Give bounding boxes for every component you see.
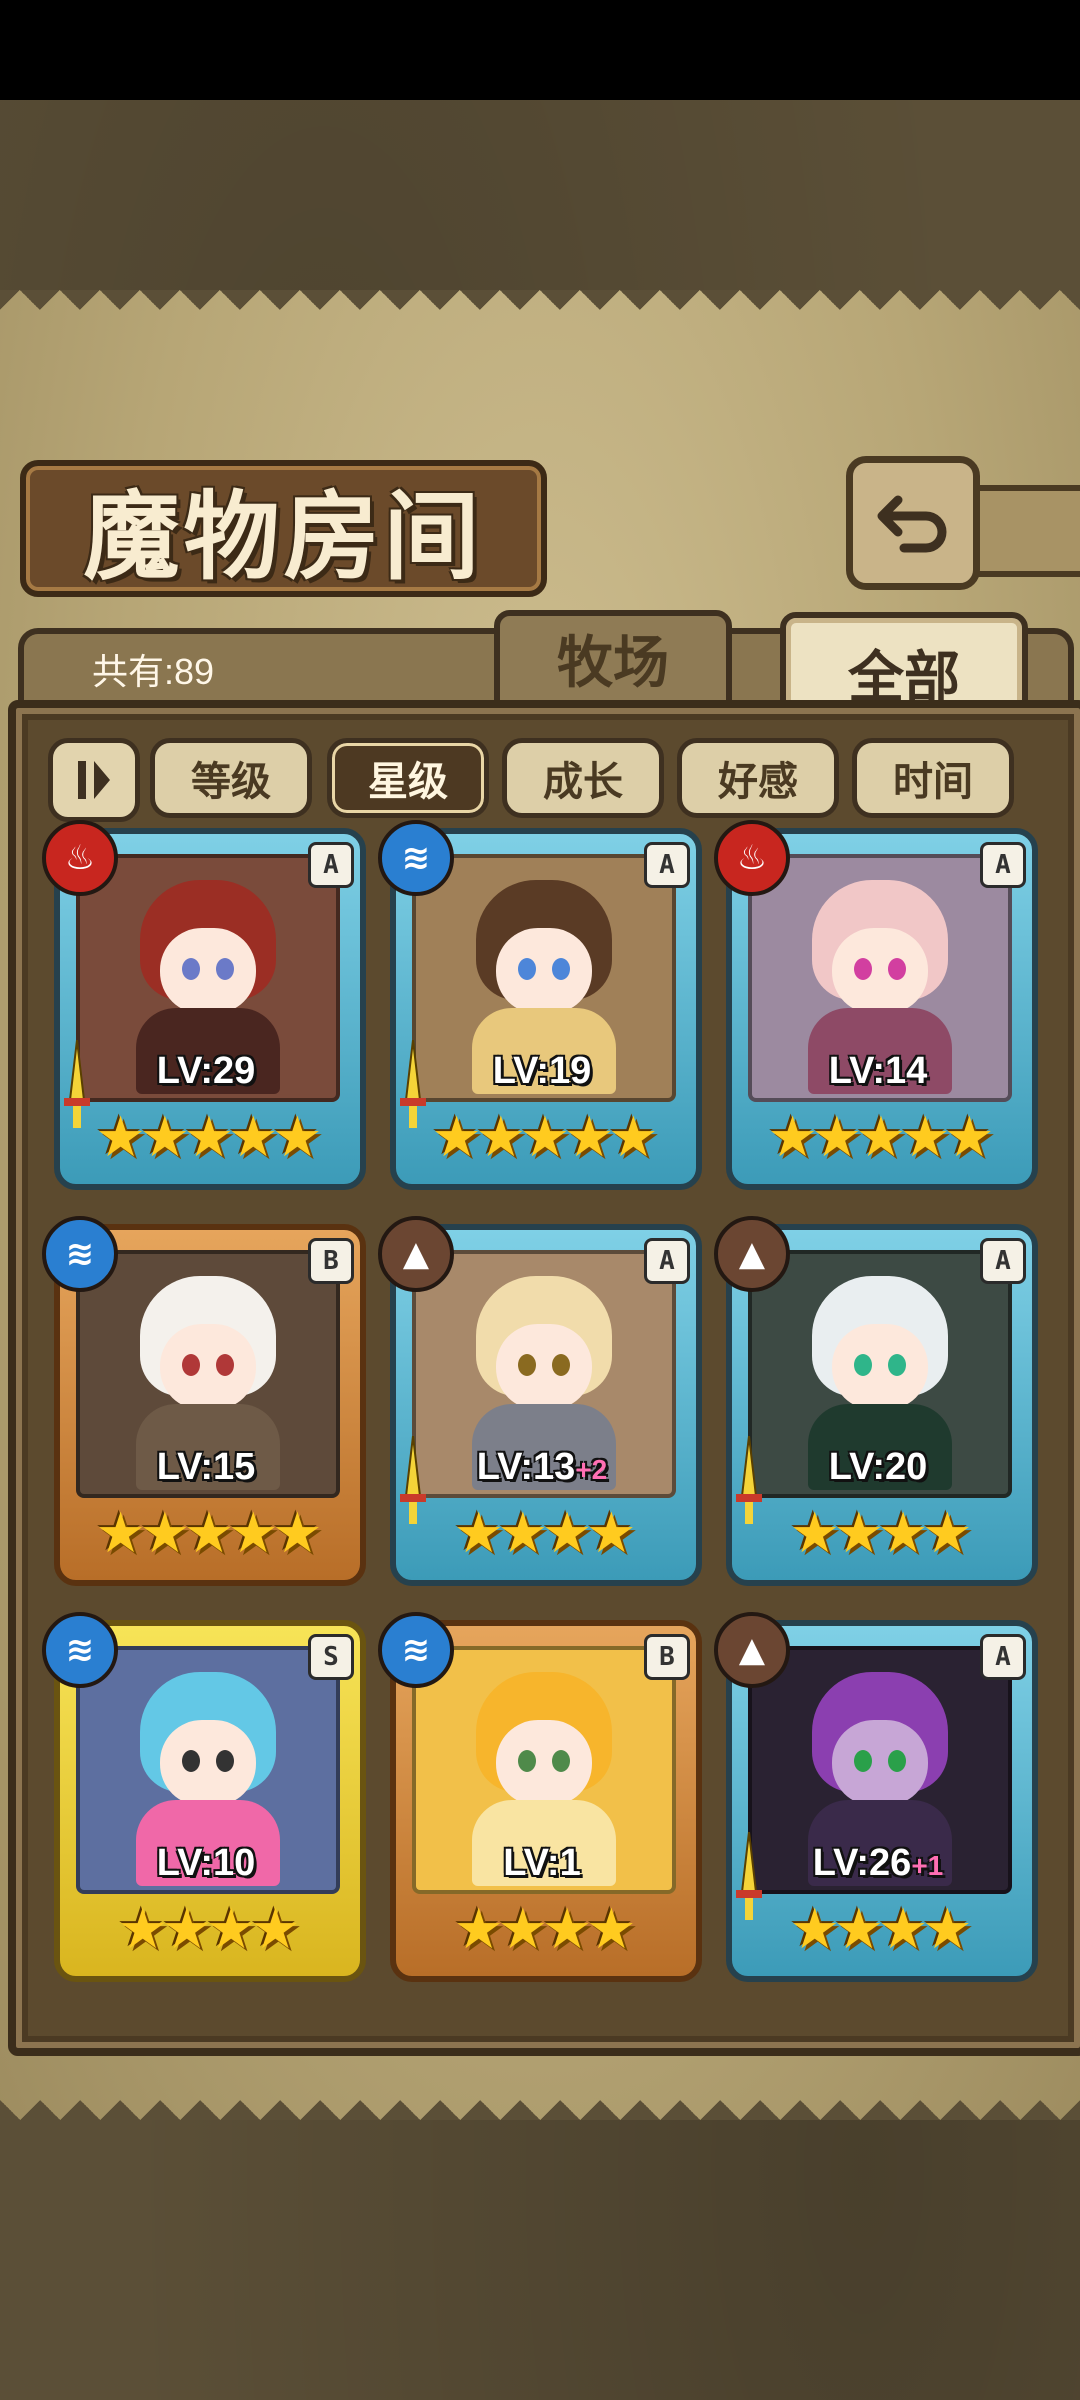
star-rating: ★★★★★ (767, 1105, 994, 1170)
level-value: LV:14 (828, 1050, 928, 1092)
rank-badge: A (980, 1238, 1026, 1284)
star-rating: ★★★★★ (95, 1105, 322, 1170)
fire-icon: ♨ (42, 820, 118, 896)
board-top-edge (0, 290, 1080, 330)
sort-star-button[interactable]: 星级 (327, 738, 489, 818)
rank-badge: B (308, 1238, 354, 1284)
level-label: LV:14 (720, 1050, 1036, 1093)
star-rating: ★★★★ (789, 1501, 973, 1566)
sort-growth-button[interactable]: 成长 (502, 738, 664, 818)
monster-card[interactable]: ≋ S LV:10 ★★★★ (42, 1612, 366, 1982)
sort-order-toggle[interactable] (48, 738, 140, 822)
water-icon: ≋ (42, 1612, 118, 1688)
sort-order-icon (78, 761, 110, 799)
star-rating: ★★★★ (453, 1501, 637, 1566)
level-value: LV:29 (156, 1050, 256, 1092)
level-value: LV:19 (492, 1050, 592, 1092)
monster-card[interactable]: ≋ B LV:15 ★★★★★ (42, 1216, 366, 1586)
level-bonus: +1 (911, 1850, 944, 1881)
monster-card[interactable]: ≋ A LV:19 ★★★★★ (378, 820, 702, 1190)
level-label: LV:19 (384, 1050, 700, 1093)
monster-card[interactable]: ▲ A LV:20 ★★★★ (714, 1216, 1038, 1586)
earth-icon: ▲ (714, 1216, 790, 1292)
level-value: LV:10 (156, 1842, 256, 1884)
rank-badge: A (308, 842, 354, 888)
level-label: LV:29 (48, 1050, 364, 1093)
star-rating: ★★★★ (789, 1897, 973, 1962)
rank-badge: A (644, 1238, 690, 1284)
star-rating: ★★★★★ (431, 1105, 658, 1170)
monster-card[interactable]: ▲ A LV:13+2 ★★★★ (378, 1216, 702, 1586)
water-icon: ≋ (378, 1612, 454, 1688)
monster-card[interactable]: ♨ A LV:29 ★★★★★ (42, 820, 366, 1190)
monster-card[interactable]: ♨ A LV:14 ★★★★★ (714, 820, 1038, 1190)
level-label: LV:10 (48, 1842, 364, 1885)
star-rating: ★★★★ (117, 1897, 301, 1962)
level-label: LV:26+1 (720, 1842, 1036, 1885)
earth-icon: ▲ (378, 1216, 454, 1292)
rank-badge: A (980, 1634, 1026, 1680)
level-label: LV:13+2 (384, 1446, 700, 1489)
rank-badge: A (980, 842, 1026, 888)
earth-icon: ▲ (714, 1612, 790, 1688)
fire-icon: ♨ (714, 820, 790, 896)
sort-level-button[interactable]: 等级 (150, 738, 312, 818)
level-bonus: +2 (575, 1454, 608, 1485)
star-rating: ★★★★★ (95, 1501, 322, 1566)
level-label: LV:15 (48, 1446, 364, 1489)
star-rating: ★★★★ (453, 1897, 637, 1962)
rank-badge: A (644, 842, 690, 888)
monster-card[interactable]: ≋ B LV:1 ★★★★ (378, 1612, 702, 1982)
tab-farm[interactable]: 牧场 (494, 610, 732, 706)
monster-card[interactable]: ▲ A LV:26+1 ★★★★ (714, 1612, 1038, 1982)
page-title-plate: 魔物房间 (20, 460, 547, 597)
water-icon: ≋ (378, 820, 454, 896)
back-rail (966, 485, 1080, 577)
level-value: LV:26 (812, 1842, 912, 1884)
level-value: LV:20 (828, 1446, 928, 1488)
rank-badge: B (644, 1634, 690, 1680)
level-value: LV:15 (156, 1446, 256, 1488)
monster-count: 共有:89 (92, 651, 215, 692)
back-arrow-icon (877, 495, 947, 553)
back-button[interactable] (846, 456, 980, 590)
rank-badge: S (308, 1634, 354, 1680)
level-value: LV:13 (476, 1446, 576, 1488)
water-icon: ≋ (42, 1216, 118, 1292)
level-value: LV:1 (503, 1842, 581, 1884)
board-bottom-edge (0, 2080, 1080, 2120)
sort-time-button[interactable]: 时间 (852, 738, 1014, 818)
page-title: 魔物房间 (83, 480, 484, 593)
level-label: LV:1 (384, 1842, 700, 1885)
sort-affection-button[interactable]: 好感 (677, 738, 839, 818)
level-label: LV:20 (720, 1446, 1036, 1489)
